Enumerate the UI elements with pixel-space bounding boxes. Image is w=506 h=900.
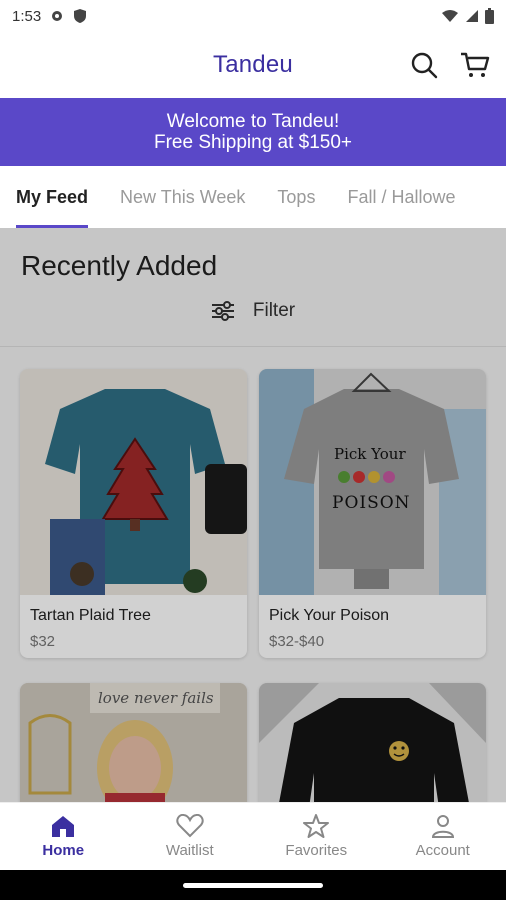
status-right [441,8,494,24]
product-image: Pick Your POISON [259,369,486,595]
sign-text: love never fails [98,689,214,707]
product-grid: Tartan Plaid Tree $32 Pick Your POISON P… [0,347,506,802]
nav-account[interactable]: Account [380,803,506,870]
tartan-tree-shirt-image [20,369,247,595]
product-price: $32-$40 [269,633,325,650]
status-time: 1:53 [12,7,42,25]
product-info: Pick Your Poison $32-$40 [259,595,486,658]
poison-text-line1: Pick Your [334,445,406,463]
product-info: Tartan Plaid Tree $32 [20,595,247,658]
tab-fall-halloween[interactable]: Fall / Hallowe [331,166,471,228]
filter-label: Filter [252,300,296,321]
gesture-bar [0,870,506,900]
product-image: love never fails [20,683,247,802]
banner-line2: Free Shipping at $150+ [153,132,353,153]
signal-icon [466,10,478,22]
nav-waitlist[interactable]: Waitlist [127,803,254,870]
nav-favorites-label: Favorites [285,842,348,859]
product-card[interactable] [259,683,486,802]
product-name: Tartan Plaid Tree [30,607,151,624]
nav-home[interactable]: Home [0,803,127,870]
shield-icon [74,9,87,23]
app-actions [410,32,490,98]
nav-waitlist-label: Waitlist [165,842,214,859]
status-left: 1:53 [12,8,87,25]
product-name: Pick Your Poison [269,607,390,624]
settings-icon [52,11,63,21]
section-title: Recently Added [21,250,218,281]
home-icon [52,816,75,837]
nav-favorites[interactable]: Favorites [253,803,380,870]
wifi-icon [442,10,458,22]
product-card[interactable]: love never fails [20,683,247,802]
nav-account-label: Account [415,842,470,859]
heart-icon [176,814,204,838]
pick-your-poison-shirt-image [259,369,486,595]
nav-home-label: Home [42,842,85,859]
banner-line1: Welcome to Tandeu! [166,111,340,132]
app-title: Tandeu [213,51,293,78]
tab-new-this-week[interactable]: New This Week [104,166,261,228]
account-icon [431,815,454,838]
search-icon[interactable] [410,51,438,79]
welcome-banner[interactable]: Welcome to Tandeu! Free Shipping at $150… [0,98,506,166]
product-card[interactable]: Tartan Plaid Tree $32 [20,369,247,658]
poison-text-line2: POISON [332,493,411,513]
product-image [20,369,247,595]
feed-content: Recently Added Filter Tartan Plaid Tree … [0,228,506,802]
product-price: $32 [30,633,56,650]
smiley-sweatshirt-image [259,683,486,802]
tab-tops[interactable]: Tops [261,166,331,228]
tab-my-feed[interactable]: My Feed [0,166,104,228]
star-icon [303,814,330,838]
product-image [259,683,486,802]
cart-icon[interactable] [460,51,490,79]
product-card[interactable]: Pick Your POISON Pick Your Poison $32-$4… [259,369,486,658]
app-bar: Tandeu [0,32,506,98]
home-gesture-handle[interactable] [183,882,323,888]
category-tabs: My Feed New This Week Tops Fall / Hallow… [0,166,506,228]
battery-icon [485,8,494,24]
status-bar: 1:53 [0,0,506,32]
bottom-nav: Home Waitlist Favorites Account [0,802,506,870]
filter-icon [211,301,234,321]
filter-button[interactable]: Filter [0,282,506,340]
